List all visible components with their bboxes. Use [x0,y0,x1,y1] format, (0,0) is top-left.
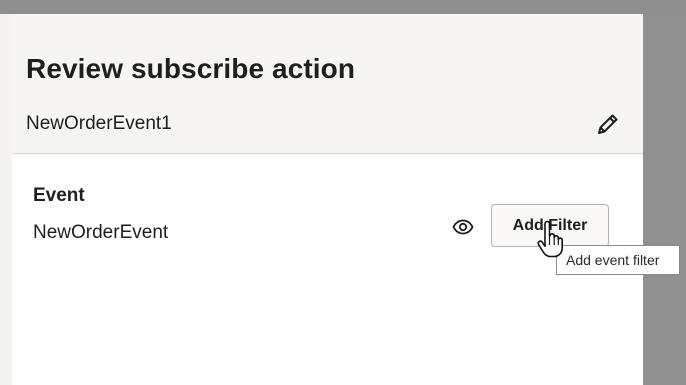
event-value: NewOrderEvent [33,222,169,243]
view-event-button[interactable] [451,217,475,237]
backdrop-right [643,14,686,385]
pencil-icon [598,114,618,134]
add-filter-button[interactable]: Add Filter [491,204,609,247]
page-backdrop-left [0,14,12,385]
eye-icon [452,219,474,235]
add-filter-tooltip: Add event filter [556,245,680,275]
action-name: NewOrderEvent1 [26,113,172,134]
drawer-title: Review subscribe action [26,53,356,84]
subscribe-action-drawer: Review subscribe action NewOrderEvent1 E… [12,14,643,385]
page-backdrop-top [0,0,686,14]
edit-button[interactable] [594,110,622,138]
drawer-header: Review subscribe action NewOrderEvent1 [12,14,643,154]
event-label: Event [33,185,85,206]
